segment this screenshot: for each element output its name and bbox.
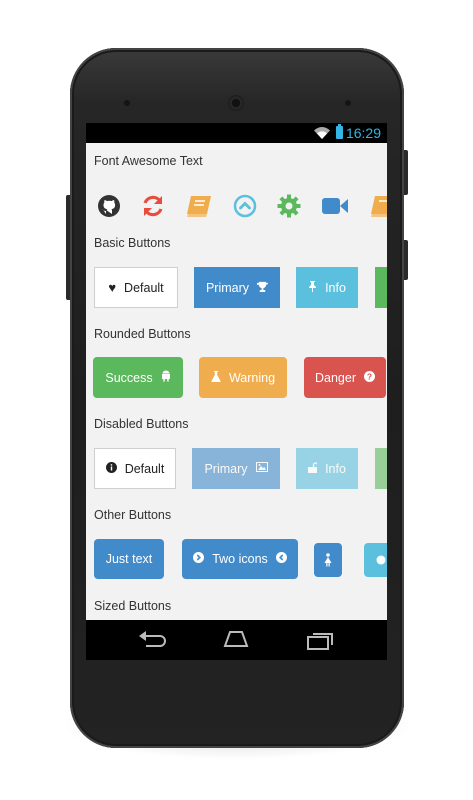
sensor-dot <box>124 100 130 106</box>
button-label: Success <box>105 370 153 385</box>
basic-success-button-partial[interactable] <box>375 267 387 308</box>
section-title-disabled-buttons: Disabled Buttons <box>94 417 189 431</box>
chevron-circle-up-icon <box>230 191 260 221</box>
rounded-warning-button[interactable]: Warning <box>199 357 287 398</box>
recent-apps-icon[interactable] <box>306 630 336 650</box>
unlock-icon <box>308 461 319 476</box>
video-camera-icon <box>320 191 350 221</box>
github-icon <box>94 191 124 221</box>
status-time: 16:29 <box>345 125 381 141</box>
sensor-dot <box>345 100 351 106</box>
refresh-icon <box>138 191 168 221</box>
navigation-bar <box>86 620 387 660</box>
chevron-circle-left-icon <box>275 552 287 566</box>
button-label: Default <box>124 461 165 476</box>
power-button <box>404 150 408 195</box>
disabled-primary-button[interactable]: Primary <box>192 448 280 489</box>
circle-icon <box>376 555 386 565</box>
button-label: Danger <box>315 370 356 385</box>
section-title-rounded-buttons: Rounded Buttons <box>94 327 191 341</box>
just-text-button[interactable]: Just text <box>94 539 164 579</box>
book-icon <box>184 191 214 221</box>
trophy-icon <box>257 281 269 295</box>
rounded-danger-button[interactable]: Danger ? <box>304 357 386 398</box>
female-icon-button[interactable] <box>314 543 342 577</box>
flask-icon <box>211 370 221 385</box>
home-icon[interactable] <box>220 630 252 648</box>
button-label: Just text <box>105 552 153 566</box>
back-icon[interactable] <box>138 630 168 648</box>
heart-icon: ♥ <box>108 280 117 295</box>
button-label: Info <box>325 280 346 295</box>
section-title-font-awesome: Font Awesome Text <box>94 154 203 168</box>
disabled-info-button[interactable]: Info <box>296 448 358 489</box>
earpiece-speaker <box>228 95 244 111</box>
basic-info-button[interactable]: Info <box>296 267 358 308</box>
phone-screen: 16:29 Font Awesome Text Basic Buttons ♥ … <box>86 123 387 660</box>
android-icon <box>161 370 171 385</box>
female-icon <box>324 553 332 567</box>
basic-default-button[interactable]: ♥ Default <box>94 267 178 308</box>
demo-content[interactable]: Font Awesome Text Basic Buttons ♥ Defaul… <box>86 143 387 620</box>
thumbtack-icon <box>308 280 317 295</box>
two-icons-button[interactable]: Two icons <box>182 539 298 579</box>
wifi-icon <box>314 127 330 139</box>
chevron-circle-right-icon <box>193 552 205 566</box>
section-title-other-buttons: Other Buttons <box>94 508 172 522</box>
battery-icon <box>336 124 343 139</box>
button-label: Warning <box>228 370 276 385</box>
icon-row <box>86 191 387 231</box>
disabled-success-button-partial[interactable] <box>375 448 387 489</box>
side-button <box>404 240 408 280</box>
image-icon <box>255 462 268 475</box>
gear-icon <box>274 191 304 221</box>
button-label: Default <box>124 280 164 295</box>
circle-icon-button-partial[interactable] <box>364 543 387 577</box>
svg-text:?: ? <box>367 371 372 381</box>
disabled-default-button[interactable]: Default <box>94 448 176 489</box>
question-circle-icon: ? <box>364 370 375 385</box>
button-label: Info <box>325 461 346 476</box>
button-label: Primary <box>204 461 248 476</box>
book-icon <box>368 191 387 221</box>
rounded-success-button[interactable]: Success <box>93 357 183 398</box>
status-bar: 16:29 <box>86 123 387 143</box>
button-label: Two icons <box>212 552 268 566</box>
button-label: Primary <box>205 280 250 295</box>
section-title-basic-buttons: Basic Buttons <box>94 236 171 250</box>
info-circle-icon <box>105 461 117 476</box>
section-title-sized-buttons: Sized Buttons <box>94 599 172 613</box>
basic-primary-button[interactable]: Primary <box>194 267 280 308</box>
